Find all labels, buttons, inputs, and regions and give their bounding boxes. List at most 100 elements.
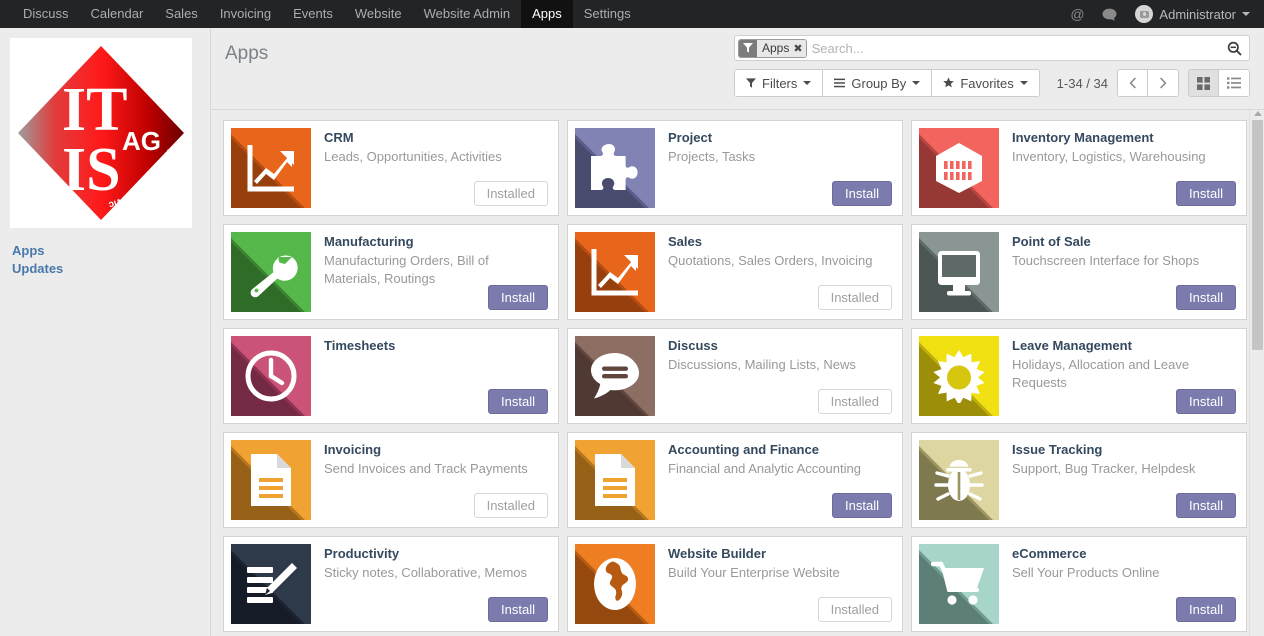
app-card-body: eCommerce Sell Your Products Online Inst… bbox=[999, 537, 1246, 631]
control-panel: Apps Apps ✖ bbox=[211, 28, 1264, 110]
app-card[interactable]: Discuss Discussions, Mailing Lists, News… bbox=[567, 328, 903, 424]
app-name: Website Builder bbox=[668, 546, 892, 562]
filter-icon bbox=[739, 40, 757, 57]
app-card-body: Invoicing Send Invoices and Track Paymen… bbox=[311, 433, 558, 527]
menu-item-events[interactable]: Events bbox=[282, 0, 344, 28]
app-card[interactable]: Point of Sale Touchscreen Interface for … bbox=[911, 224, 1247, 320]
app-description: Inventory, Logistics, Warehousing bbox=[1012, 148, 1236, 166]
company-logo: IT IS AG Information Technologies Inform… bbox=[10, 38, 192, 228]
app-card[interactable]: Accounting and Finance Financial and Ana… bbox=[567, 432, 903, 528]
app-name: Manufacturing bbox=[324, 234, 548, 250]
menu-item-apps[interactable]: Apps bbox=[521, 0, 573, 28]
app-card-body: Sales Quotations, Sales Orders, Invoicin… bbox=[655, 225, 902, 319]
menu-item-sales[interactable]: Sales bbox=[154, 0, 209, 28]
app-card[interactable]: Manufacturing Manufacturing Orders, Bill… bbox=[223, 224, 559, 320]
app-description: Discussions, Mailing Lists, News bbox=[668, 356, 892, 374]
app-card[interactable]: Leave Management Holidays, Allocation an… bbox=[911, 328, 1247, 424]
scrollbar-thumb[interactable] bbox=[1252, 120, 1263, 350]
app-name: Timesheets bbox=[324, 338, 548, 354]
app-name: Productivity bbox=[324, 546, 548, 562]
next-page-button[interactable] bbox=[1148, 70, 1178, 96]
app-description: Quotations, Sales Orders, Invoicing bbox=[668, 252, 892, 270]
app-card[interactable]: Productivity Sticky notes, Collaborative… bbox=[223, 536, 559, 632]
search-facet-label[interactable]: Apps ✖ bbox=[757, 40, 806, 57]
user-menu[interactable]: Administrator bbox=[1127, 5, 1254, 23]
app-name: Project bbox=[668, 130, 892, 146]
app-card[interactable]: CRM Leads, Opportunities, Activities Ins… bbox=[223, 120, 559, 216]
sidebar-link-updates[interactable]: Updates bbox=[12, 260, 200, 278]
top-navbar: DiscussCalendarSalesInvoicingEventsWebsi… bbox=[0, 0, 1264, 28]
group-by-button[interactable]: Group By bbox=[823, 70, 932, 96]
app-card-body: CRM Leads, Opportunities, Activities Ins… bbox=[311, 121, 558, 215]
install-button[interactable]: Install bbox=[1176, 285, 1236, 310]
app-card[interactable]: Timesheets Install bbox=[223, 328, 559, 424]
globe-icon bbox=[575, 544, 655, 624]
app-card[interactable]: Sales Quotations, Sales Orders, Invoicin… bbox=[567, 224, 903, 320]
search-options-group: Filters Group By bbox=[734, 69, 1040, 97]
install-button[interactable]: Install bbox=[488, 597, 548, 622]
app-name: Accounting and Finance bbox=[668, 442, 892, 458]
app-card[interactable]: Invoicing Send Invoices and Track Paymen… bbox=[223, 432, 559, 528]
sun-icon bbox=[919, 336, 999, 416]
sidebar-link-apps[interactable]: Apps bbox=[12, 242, 200, 260]
close-icon[interactable]: ✖ bbox=[793, 42, 802, 55]
install-button[interactable]: Install bbox=[488, 389, 548, 414]
install-button[interactable]: Install bbox=[832, 493, 892, 518]
apps-kanban-container: CRM Leads, Opportunities, Activities Ins… bbox=[211, 110, 1264, 636]
favorites-label: Favorites bbox=[960, 76, 1013, 91]
search-facet-apps[interactable]: Apps ✖ bbox=[738, 39, 807, 58]
app-card-body: Project Projects, Tasks Install bbox=[655, 121, 902, 215]
chat-bubble-icon[interactable] bbox=[1095, 0, 1123, 28]
app-name: Point of Sale bbox=[1012, 234, 1236, 250]
app-description: Touchscreen Interface for Shops bbox=[1012, 252, 1236, 270]
menu-item-invoicing[interactable]: Invoicing bbox=[209, 0, 282, 28]
app-card-body: Inventory Management Inventory, Logistic… bbox=[999, 121, 1246, 215]
app-description: Send Invoices and Track Payments bbox=[324, 460, 548, 478]
app-card[interactable]: Project Projects, Tasks Install bbox=[567, 120, 903, 216]
install-button[interactable]: Install bbox=[1176, 597, 1236, 622]
previous-page-button[interactable] bbox=[1118, 70, 1148, 96]
install-button[interactable]: Install bbox=[832, 181, 892, 206]
app-card-body: Leave Management Holidays, Allocation an… bbox=[999, 329, 1246, 423]
menu-item-discuss[interactable]: Discuss bbox=[12, 0, 80, 28]
mention-icon[interactable]: @ bbox=[1063, 0, 1091, 28]
app-name: eCommerce bbox=[1012, 546, 1236, 562]
app-description: Projects, Tasks bbox=[668, 148, 892, 166]
search-bar[interactable]: Apps ✖ bbox=[734, 35, 1250, 61]
app-card-body: Point of Sale Touchscreen Interface for … bbox=[999, 225, 1246, 319]
install-button[interactable]: Install bbox=[1176, 493, 1236, 518]
chevron-down-icon bbox=[1242, 12, 1250, 16]
app-description: Financial and Analytic Accounting bbox=[668, 460, 892, 478]
installed-badge: Installed bbox=[474, 493, 548, 518]
menu-item-website[interactable]: Website bbox=[344, 0, 413, 28]
sidebar: IT IS AG Information Technologies Inform… bbox=[0, 28, 210, 636]
app-name: CRM bbox=[324, 130, 548, 146]
install-button[interactable]: Install bbox=[488, 285, 548, 310]
scroll-up-arrow-icon[interactable] bbox=[1254, 111, 1262, 116]
app-card[interactable]: Website Builder Build Your Enterprise We… bbox=[567, 536, 903, 632]
app-description: Support, Bug Tracker, Helpdesk bbox=[1012, 460, 1236, 478]
app-description: Holidays, Allocation and Leave Requests bbox=[1012, 356, 1236, 392]
list-view-button[interactable] bbox=[1219, 70, 1249, 96]
app-description: Leads, Opportunities, Activities bbox=[324, 148, 548, 166]
app-card[interactable]: Inventory Management Inventory, Logistic… bbox=[911, 120, 1247, 216]
vertical-scrollbar[interactable] bbox=[1249, 110, 1264, 636]
pager-buttons bbox=[1117, 69, 1179, 97]
menu-item-settings[interactable]: Settings bbox=[573, 0, 642, 28]
main-content: Apps Apps ✖ bbox=[210, 28, 1264, 636]
sidebar-links: AppsUpdates bbox=[10, 242, 200, 278]
install-button[interactable]: Install bbox=[1176, 181, 1236, 206]
install-button[interactable]: Install bbox=[1176, 389, 1236, 414]
favorites-button[interactable]: Favorites bbox=[932, 70, 1038, 96]
installed-badge: Installed bbox=[818, 597, 892, 622]
filters-button[interactable]: Filters bbox=[735, 70, 823, 96]
chart-arrow-icon bbox=[231, 128, 311, 208]
search-icon[interactable] bbox=[1224, 41, 1245, 56]
app-card[interactable]: eCommerce Sell Your Products Online Inst… bbox=[911, 536, 1247, 632]
search-input[interactable] bbox=[812, 41, 1224, 56]
kanban-view-button[interactable] bbox=[1189, 70, 1219, 96]
installed-badge: Installed bbox=[818, 285, 892, 310]
menu-item-website-admin[interactable]: Website Admin bbox=[413, 0, 521, 28]
menu-item-calendar[interactable]: Calendar bbox=[80, 0, 155, 28]
app-card[interactable]: Issue Tracking Support, Bug Tracker, Hel… bbox=[911, 432, 1247, 528]
